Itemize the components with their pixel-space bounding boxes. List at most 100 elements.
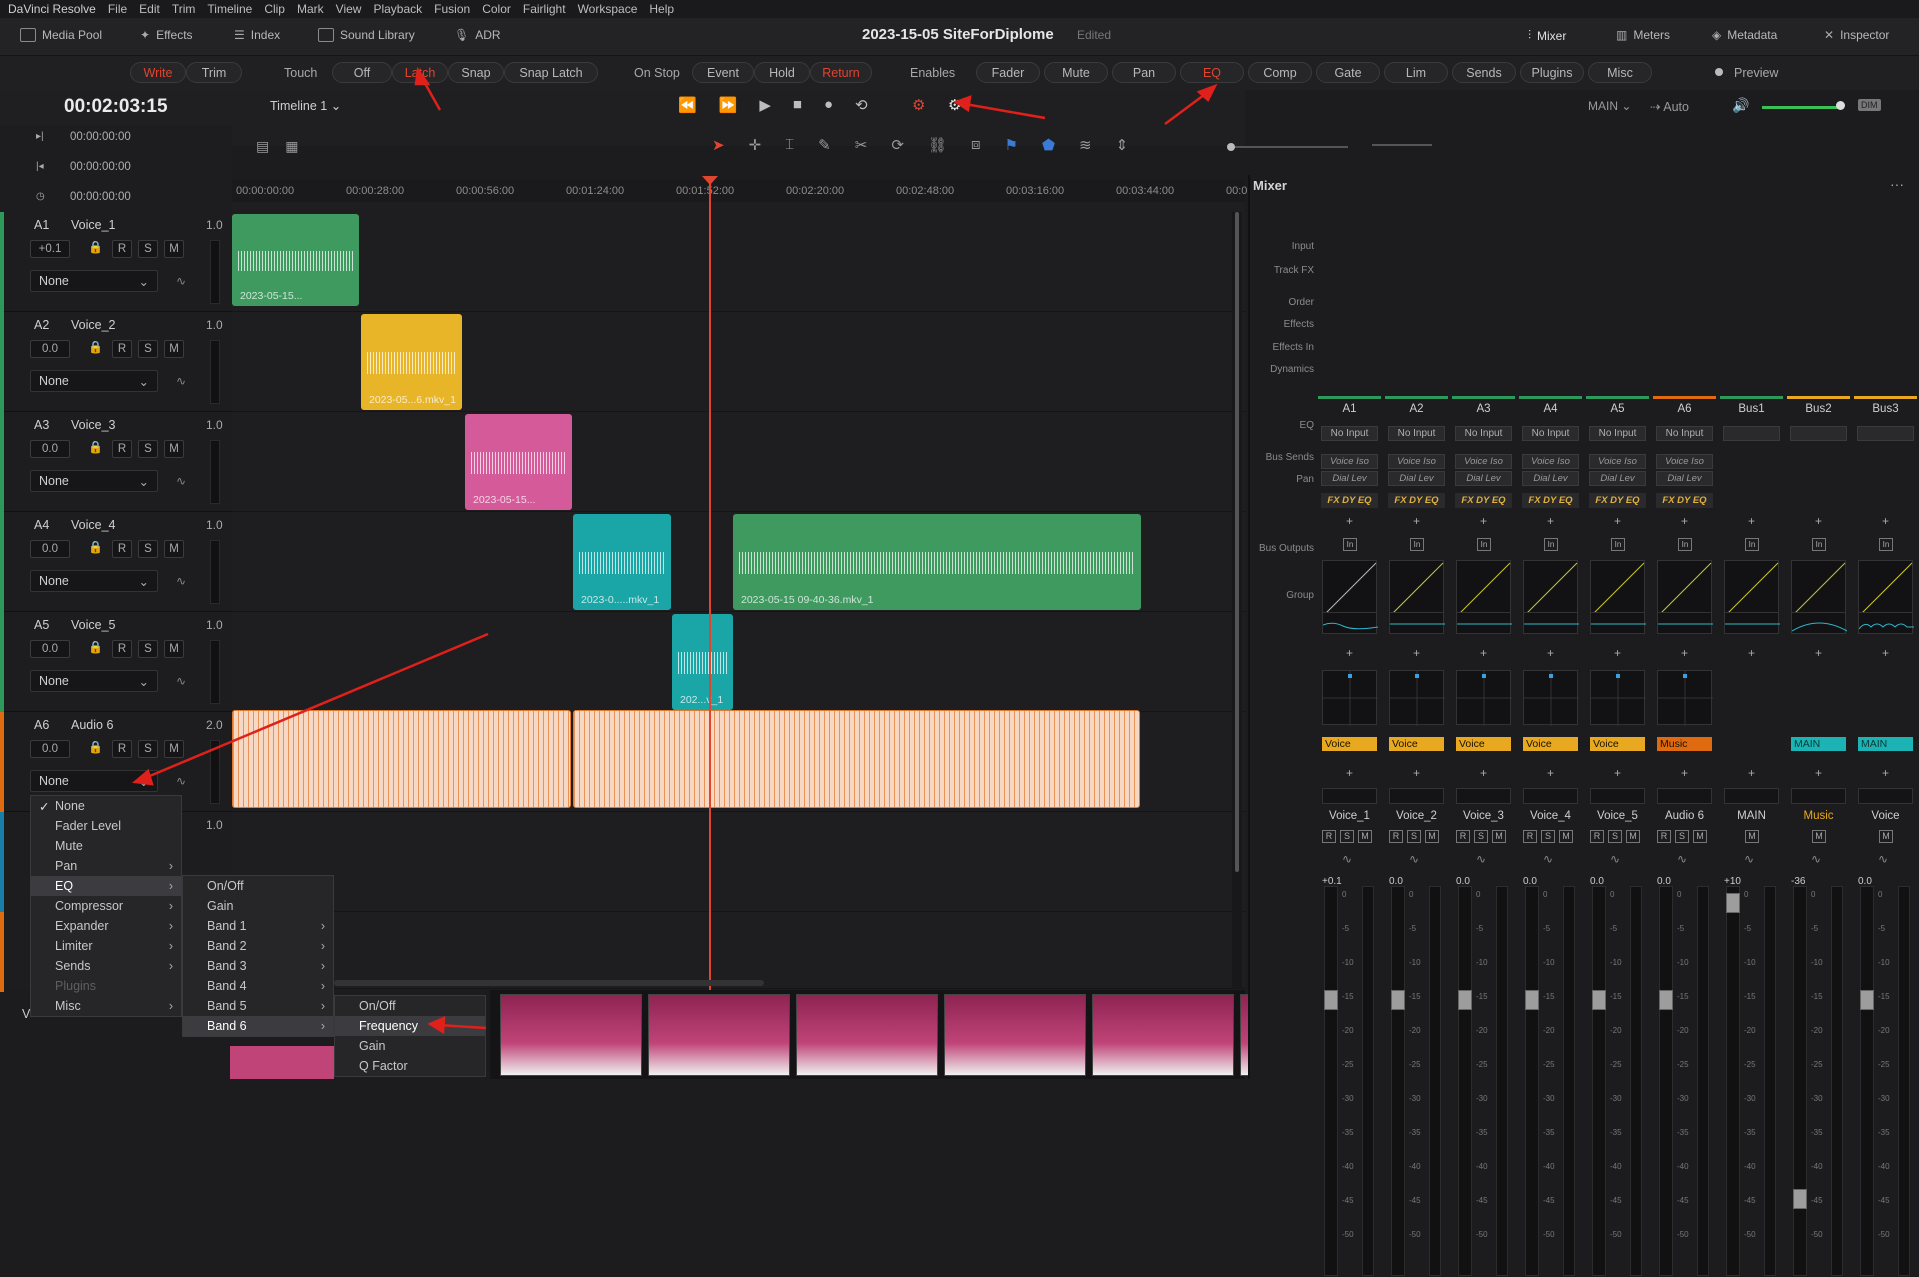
menu-fairlight[interactable]: Fairlight <box>523 2 566 16</box>
eq-enable-button[interactable]: EQ <box>1180 62 1244 83</box>
fader-knob[interactable] <box>1458 989 1472 1010</box>
link-icon[interactable]: ⛓ <box>928 136 947 154</box>
track-btn-s[interactable]: S <box>138 740 158 758</box>
automation-curve-icon[interactable]: ∿ <box>1610 852 1620 866</box>
razor-icon[interactable]: ✂ <box>855 136 868 154</box>
pencil-icon[interactable]: ✎ <box>818 136 831 154</box>
automation-curve-icon[interactable]: ∿ <box>1476 852 1486 866</box>
track-btn-r[interactable]: R <box>112 640 132 658</box>
loop-icon[interactable]: ⟲ <box>855 96 868 114</box>
menu-workspace[interactable]: Workspace <box>578 2 638 16</box>
effects-in-button[interactable]: In <box>1678 538 1692 551</box>
menu-edit[interactable]: Edit <box>139 2 160 16</box>
track-gain[interactable]: 0.0 <box>30 640 70 658</box>
add-effect-button[interactable]: + <box>1385 514 1448 528</box>
automation-curve-icon[interactable]: ∿ <box>1878 852 1888 866</box>
dynamics-graph[interactable] <box>1657 560 1712 615</box>
menu-clip[interactable]: Clip <box>264 2 285 16</box>
automation-curve-icon[interactable]: ∿ <box>1342 852 1352 866</box>
snap-button[interactable]: Snap <box>448 62 504 83</box>
menu-item-q-factor[interactable]: Q Factor <box>335 1056 485 1076</box>
app-menu[interactable]: DaVinci Resolve <box>8 2 96 16</box>
add-bus-send-button[interactable]: + <box>1653 646 1716 660</box>
monitor-volume-knob[interactable] <box>1836 101 1845 110</box>
eq-graph[interactable] <box>1791 612 1848 634</box>
menu-color[interactable]: Color <box>482 2 511 16</box>
track-name[interactable]: Voice_4 <box>71 518 115 532</box>
channel-btn-m[interactable]: M <box>1812 830 1826 843</box>
add-effect-button[interactable]: + <box>1452 514 1515 528</box>
event-button[interactable]: Event <box>692 62 754 83</box>
track-name[interactable]: Voice_3 <box>71 418 115 432</box>
video-thumbnail[interactable] <box>500 994 642 1076</box>
track-btn-s[interactable]: S <box>138 540 158 558</box>
timeline-selector[interactable]: Timeline 1 ⌄ <box>270 98 341 113</box>
grid-view-icon[interactable]: ▦ <box>285 138 298 155</box>
track-btn-s[interactable]: S <box>138 640 158 658</box>
group-slot[interactable] <box>1724 788 1779 804</box>
clip-voice2[interactable]: 2023-05...6.mkv_1 <box>361 314 462 410</box>
add-bus-send-button[interactable]: + <box>1318 646 1381 660</box>
track-fx-slot[interactable]: Voice Iso <box>1388 454 1445 469</box>
order-button[interactable]: FX DY EQ <box>1522 493 1579 508</box>
group-slot[interactable] <box>1590 788 1645 804</box>
bus-output[interactable]: Voice <box>1322 737 1377 751</box>
timeline-vscroll[interactable] <box>1232 212 1242 989</box>
menu-item-none[interactable]: ✓ None <box>31 796 181 816</box>
trim-tool-icon[interactable]: ⌶ <box>785 136 794 154</box>
bus-output[interactable]: Voice <box>1523 737 1578 751</box>
menu-item-misc[interactable]: Misc <box>31 996 181 1016</box>
range-icon[interactable]: ✛ <box>749 136 762 154</box>
play-icon[interactable]: ▶ <box>759 96 771 114</box>
timeline-hscroll[interactable] <box>334 980 764 986</box>
plugins-enable-button[interactable]: Plugins <box>1520 62 1584 83</box>
menu-item-band-5[interactable]: Band 5 <box>183 996 333 1016</box>
channel-input[interactable]: No Input <box>1388 426 1445 441</box>
add-effect-button[interactable]: + <box>1519 514 1582 528</box>
eq-graph[interactable] <box>1590 612 1646 634</box>
track-btn-m[interactable]: M <box>164 240 184 258</box>
add-bus-output-button[interactable]: + <box>1653 766 1716 780</box>
record-icon[interactable]: ● <box>824 96 833 114</box>
snap-icon[interactable]: ⟳ <box>891 136 904 154</box>
channel-btn-r[interactable]: R <box>1322 830 1336 843</box>
pan-control[interactable] <box>1590 670 1646 726</box>
fader-knob[interactable] <box>1860 989 1874 1010</box>
mixer-button[interactable]: ⫶ Mixer <box>1528 28 1566 43</box>
automation-icon[interactable]: ⚙ <box>912 96 925 114</box>
track-name[interactable]: Voice_2 <box>71 318 115 332</box>
channel-input[interactable]: No Input <box>1321 426 1378 441</box>
pan-control[interactable] <box>1523 670 1579 726</box>
monitor-volume-slider[interactable] <box>1762 106 1840 109</box>
channel-input[interactable] <box>1723 426 1780 441</box>
marker-icon[interactable]: ⬟ <box>1042 136 1055 154</box>
fader-enable-button[interactable]: Fader <box>976 62 1040 83</box>
group-slot[interactable] <box>1523 788 1578 804</box>
eq-graph[interactable] <box>1523 612 1579 634</box>
menu-timeline[interactable]: Timeline <box>207 2 252 16</box>
group-slot[interactable] <box>1456 788 1511 804</box>
fader-track[interactable] <box>1592 886 1606 1276</box>
track-btn-r[interactable]: R <box>112 240 132 258</box>
menu-view[interactable]: View <box>336 2 362 16</box>
automation-curve-icon[interactable]: ∿ <box>176 374 186 388</box>
dynamics-graph[interactable] <box>1590 560 1645 615</box>
channel-btn-s[interactable]: S <box>1675 830 1689 843</box>
fader-knob[interactable] <box>1659 989 1673 1010</box>
off-button[interactable]: Off <box>332 62 392 83</box>
track-gain[interactable]: 0.0 <box>30 740 70 758</box>
menu-item-eq[interactable]: EQ <box>31 876 181 896</box>
add-bus-output-button[interactable]: + <box>1385 766 1448 780</box>
dynamics-graph[interactable] <box>1523 560 1578 615</box>
hold-button[interactable]: Hold <box>754 62 810 83</box>
menu-item-frequency[interactable]: Frequency <box>335 1016 485 1036</box>
eq-graph[interactable] <box>1322 612 1379 634</box>
automation-curve-icon[interactable]: ∿ <box>176 774 186 788</box>
add-bus-send-button[interactable]: + <box>1519 646 1582 660</box>
clip-voice3[interactable]: 2023-05-15... <box>465 414 572 510</box>
track-name[interactable]: Voice_5 <box>71 618 115 632</box>
auto-button[interactable]: ⇢ Auto <box>1650 99 1689 114</box>
eq-graph[interactable] <box>1456 612 1512 634</box>
menu-item-fader-level[interactable]: Fader Level <box>31 816 181 836</box>
add-bus-output-button[interactable]: + <box>1586 766 1649 780</box>
